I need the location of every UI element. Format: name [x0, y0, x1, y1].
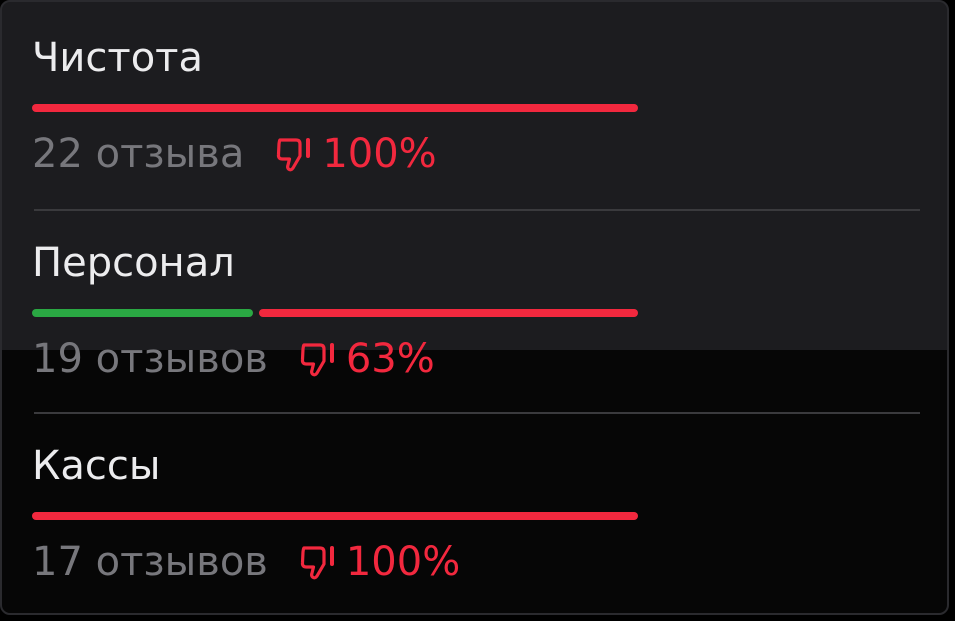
- rating-section-checkouts: Кассы 17 отзывов 100%: [32, 440, 920, 590]
- rating-meta: 17 отзывов 100%: [32, 534, 920, 590]
- rating-bar: [32, 104, 638, 112]
- negative-bar-segment: [259, 309, 638, 317]
- section-divider: [34, 209, 920, 211]
- ratings-card: Чистота 22 отзыва 100% Персонал 19 отзыв…: [0, 0, 949, 615]
- positive-bar-segment: [32, 309, 253, 317]
- rating-title: Чистота: [32, 35, 203, 81]
- rating-section-staff: Персонал 19 отзывов 63%: [32, 237, 920, 387]
- thumbs-down-icon: [300, 542, 338, 582]
- thumbs-down-icon: [276, 134, 314, 174]
- review-count: 17 отзывов: [32, 539, 268, 585]
- negative-percent: 100%: [345, 539, 461, 585]
- rating-title: Персонал: [32, 240, 235, 286]
- rating-meta: 22 отзыва 100%: [32, 126, 920, 182]
- thumbs-down-icon: [300, 339, 338, 379]
- negative-percent: 100%: [322, 131, 437, 177]
- review-count: 22 отзыва: [32, 131, 245, 177]
- rating-bar: [32, 512, 638, 520]
- section-divider: [34, 412, 920, 414]
- review-count: 19 отзывов: [32, 336, 268, 382]
- rating-title: Кассы: [32, 443, 161, 489]
- negative-bar-segment: [32, 104, 638, 112]
- rating-section-cleanliness: Чистота 22 отзыва 100%: [32, 32, 920, 182]
- rating-bar: [32, 309, 638, 317]
- negative-bar-segment: [32, 512, 638, 520]
- negative-percent: 63%: [345, 336, 435, 382]
- rating-meta: 19 отзывов 63%: [32, 331, 920, 387]
